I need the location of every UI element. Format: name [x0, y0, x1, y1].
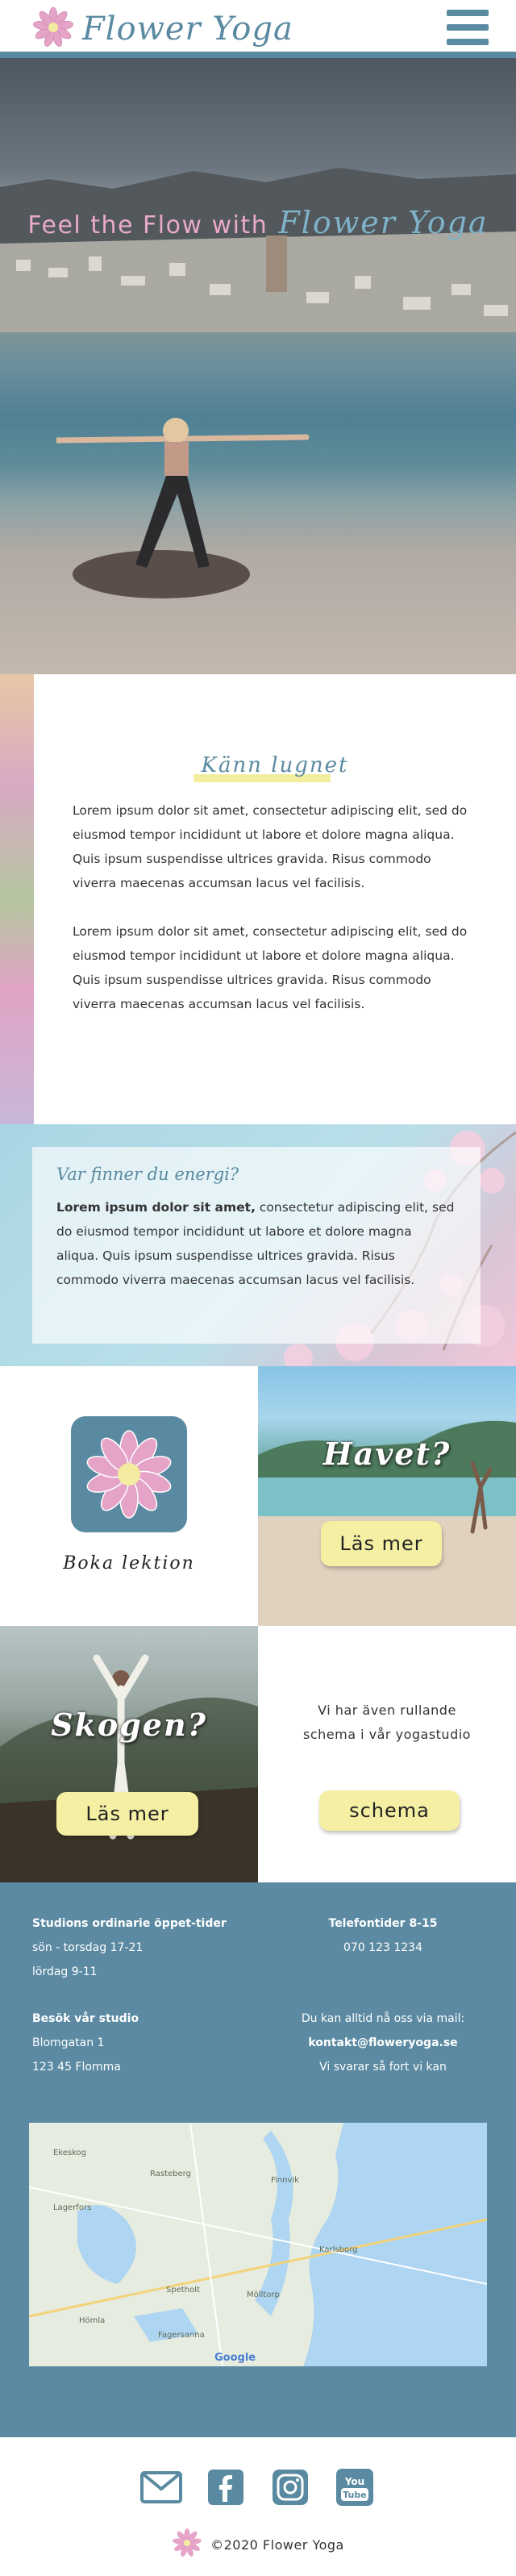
skogen-read-more-button[interactable]: Läs mer: [56, 1792, 198, 1836]
social-links: You Tube: [0, 2468, 516, 2507]
intro-section: Känn lugnet Lorem ipsum dolor sit amet, …: [0, 674, 516, 1124]
schema-text: Vi har även rullande schema i vår yogast…: [303, 1699, 471, 1747]
map-label-homla: Hömla: [79, 2316, 105, 2325]
book-lesson-label: Boka lektion: [63, 1553, 195, 1574]
map-label-fagersanna: Fagersanna: [158, 2331, 205, 2340]
youtube-icon-text-you: You: [344, 2476, 364, 2487]
map-label-ekeskog: Ekeskog: [53, 2149, 86, 2157]
lotus-logo-icon: [32, 6, 74, 52]
visit-city: 123 45 Flomma: [32, 2061, 121, 2074]
schema-button[interactable]: schema: [319, 1790, 460, 1831]
map-label-spetholt: Spetholt: [166, 2286, 200, 2295]
energy-text: Lorem ipsum dolor sit amet, consectetur …: [56, 1195, 456, 1292]
forest-image: [0, 1654, 258, 1882]
map-attribution: Google: [214, 2352, 256, 2364]
energy-bold-lead: Lorem ipsum dolor sit amet,: [56, 1200, 256, 1215]
havet-read-more-button[interactable]: Läs mer: [321, 1521, 442, 1566]
lotus-icon: [71, 1416, 187, 1532]
intro-paragraph-1: Lorem ipsum dolor sit amet, consectetur …: [73, 803, 468, 890]
mail-line-1: Du kan alltid nå oss via mail:: [301, 2012, 465, 2025]
copyright-text: ©2020 Flower Yoga: [210, 2536, 344, 2553]
lotus-footer-icon: [172, 2528, 202, 2561]
phone-hours: Telefontider 8-15 070 123 1234: [274, 1911, 492, 1960]
mail-icon[interactable]: [139, 2468, 183, 2507]
map-label-molltorp: Mölltorp: [247, 2290, 280, 2299]
opening-hours: Studions ordinarie öppet-tider sön - tor…: [32, 1911, 227, 1984]
info-section: Studions ordinarie öppet-tider sön - tor…: [0, 1882, 516, 2437]
contact-mail: Du kan alltid nå oss via mail: kontakt@f…: [274, 2007, 492, 2079]
hero-title: Feel the Flow with Flower Yoga: [0, 205, 516, 240]
schema-tile: Vi har även rullande schema i vår yogast…: [258, 1626, 516, 1882]
map-label-finnvik: Finnvik: [271, 2176, 299, 2185]
phone-number[interactable]: 070 123 1234: [274, 1936, 492, 1960]
intro-heading-text: Känn lugnet: [201, 753, 349, 777]
flower-strip-image: [0, 674, 34, 1124]
energy-card: Var finner du energi? Lorem ipsum dolor …: [32, 1147, 481, 1344]
beach-image: [258, 1420, 516, 1626]
schema-text-line-1: Vi har även rullande: [318, 1703, 456, 1718]
yoga-person-image: [56, 418, 310, 598]
energy-heading: Var finner du energi?: [56, 1165, 239, 1184]
opening-hours-line-2: lördag 9-11: [32, 1965, 98, 1978]
intro-heading: Känn lugnet: [73, 753, 477, 782]
schema-text-line-2: schema i vår yogastudio: [303, 1727, 471, 1742]
phone-hours-title: Telefontider 8-15: [328, 1917, 438, 1930]
map[interactable]: Ekeskog Rasteberg Lagerfors Finnvik Karl…: [29, 2123, 487, 2366]
map-label-lagerfors: Lagerfors: [53, 2203, 91, 2212]
havet-tile: Havet? Läs mer: [258, 1366, 516, 1626]
instagram-icon[interactable]: [268, 2468, 312, 2507]
hamburger-menu-icon[interactable]: [447, 10, 489, 45]
logo[interactable]: Flower Yoga: [32, 6, 293, 52]
visit-studio: Besök vår studio Blomgatan 1 123 45 Flom…: [32, 2007, 139, 2079]
hero-section: Feel the Flow with Flower Yoga: [0, 58, 516, 674]
opening-hours-line-1: sön - torsdag 17-21: [32, 1941, 144, 1954]
intro-paragraph-2: Lorem ipsum dolor sit amet, consectetur …: [73, 924, 468, 1011]
opening-hours-title: Studions ordinarie öppet-tider: [32, 1917, 227, 1930]
visit-studio-title: Besök vår studio: [32, 2012, 139, 2025]
map-label-karlsborg: Karlsborg: [319, 2245, 357, 2254]
copyright: ©2020 Flower Yoga: [0, 2528, 516, 2561]
youtube-icon-text-tube: Tube: [343, 2490, 366, 2500]
facebook-icon[interactable]: [204, 2468, 248, 2507]
skogen-tile: Skogen? Läs mer: [0, 1626, 258, 1882]
energy-section: Var finner du energi? Lorem ipsum dolor …: [0, 1124, 516, 1366]
tiles-grid: Boka lektion Havet? Läs mer Skogen? Läs …: [0, 1366, 516, 1882]
logo-text: Flower Yoga: [82, 10, 293, 48]
map-graphic: Ekeskog Rasteberg Lagerfors Finnvik Karl…: [29, 2123, 487, 2366]
visit-street: Blomgatan 1: [32, 2036, 105, 2049]
mail-line-3: Vi svarar så fort vi kan: [319, 2061, 447, 2074]
youtube-icon[interactable]: You Tube: [333, 2468, 377, 2507]
hero-title-brand: Flower Yoga: [278, 205, 489, 240]
skogen-title: Skogen?: [51, 1707, 207, 1743]
hero-landscape-image: [0, 168, 516, 332]
havet-title: Havet?: [322, 1436, 452, 1472]
site-header: Flower Yoga: [0, 0, 516, 58]
map-label-rasteberg: Rasteberg: [150, 2170, 191, 2178]
hero-title-text: Feel the Flow with: [27, 211, 268, 240]
book-lesson-tile[interactable]: Boka lektion: [0, 1366, 258, 1626]
site-footer: You Tube ©2020 Flower Yoga: [0, 2437, 516, 2576]
mail-address-link[interactable]: kontakt@floweryoga.se: [274, 2031, 492, 2055]
